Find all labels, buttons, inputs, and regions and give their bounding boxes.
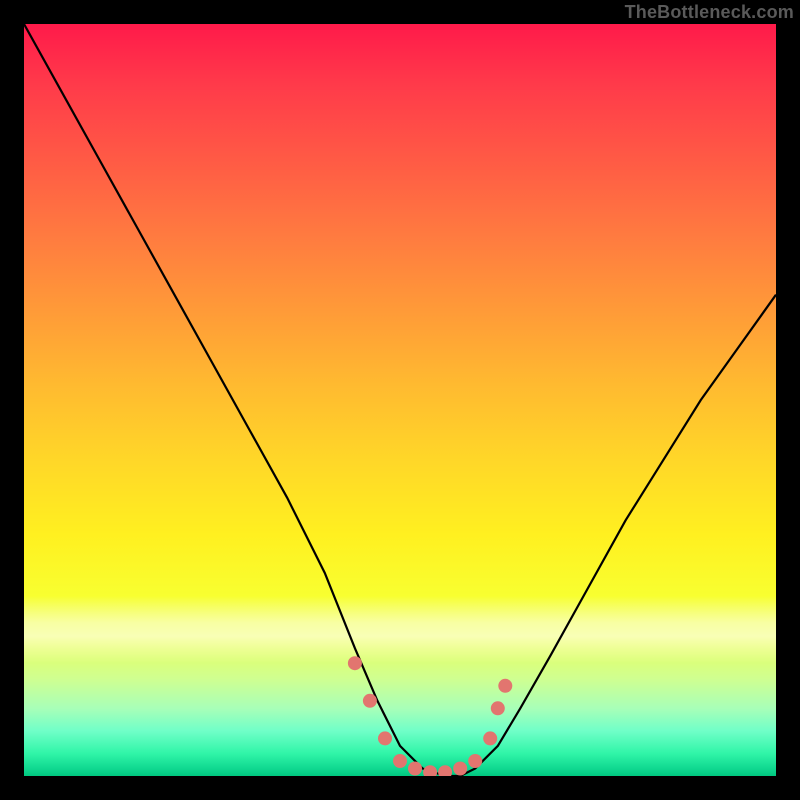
data-marker	[348, 656, 362, 670]
data-marker	[498, 679, 512, 693]
curve-layer	[24, 24, 776, 776]
data-marker	[423, 765, 437, 776]
plot-area	[24, 24, 776, 776]
data-marker	[438, 765, 452, 776]
data-marker	[491, 701, 505, 715]
data-marker	[468, 754, 482, 768]
marker-group	[348, 656, 512, 776]
data-marker	[408, 762, 422, 776]
watermark-text: TheBottleneck.com	[625, 2, 794, 23]
chart-frame: TheBottleneck.com	[0, 0, 800, 800]
data-marker	[483, 731, 497, 745]
data-marker	[453, 762, 467, 776]
data-marker	[378, 731, 392, 745]
bottleneck-curve	[24, 24, 776, 776]
data-marker	[363, 694, 377, 708]
data-marker	[393, 754, 407, 768]
